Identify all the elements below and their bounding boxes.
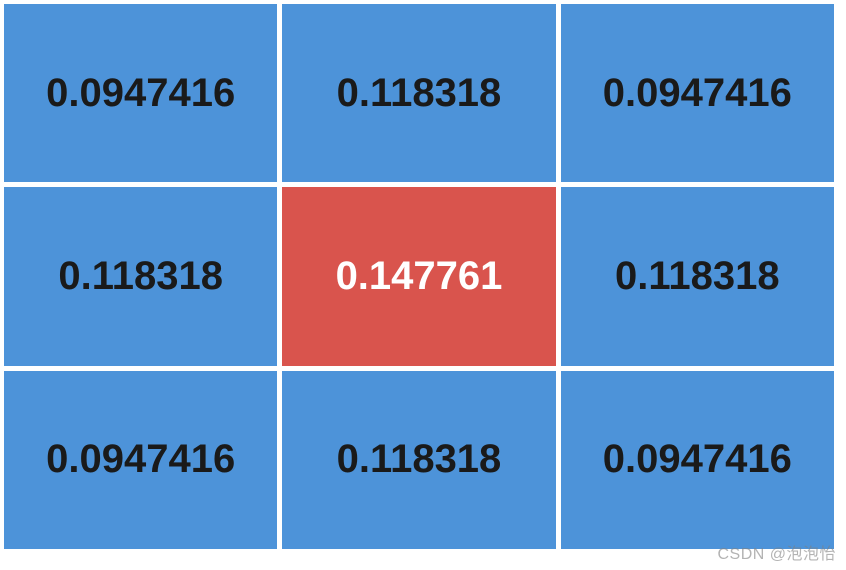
- cell-2-2: 0.0947416: [561, 371, 834, 549]
- cell-2-1: 0.118318: [282, 371, 555, 549]
- cell-1-0: 0.118318: [4, 187, 277, 365]
- cell-0-0: 0.0947416: [4, 4, 277, 182]
- kernel-grid: 0.0947416 0.118318 0.0947416 0.118318 0.…: [0, 0, 838, 553]
- cell-2-0: 0.0947416: [4, 371, 277, 549]
- cell-1-2: 0.118318: [561, 187, 834, 365]
- cell-1-1-center: 0.147761: [282, 187, 555, 365]
- cell-0-2: 0.0947416: [561, 4, 834, 182]
- watermark-text: CSDN @泡泡怡: [717, 540, 836, 564]
- cell-0-1: 0.118318: [282, 4, 555, 182]
